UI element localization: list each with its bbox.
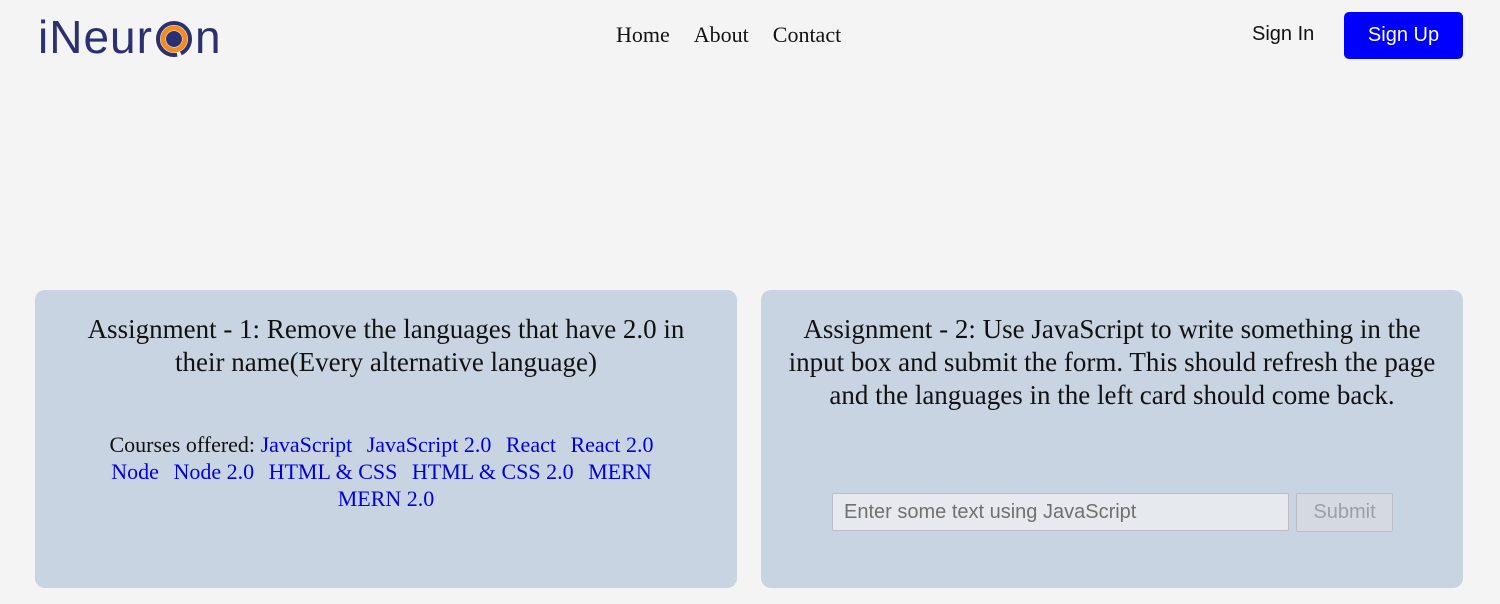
assignment-2-title: Assignment - 2: Use JavaScript to write …: [788, 314, 1436, 410]
sign-in-link[interactable]: Sign In: [1252, 23, 1314, 46]
logo-text-prefix: iNeur: [38, 11, 153, 63]
course-link-mern-2[interactable]: MERN 2.0: [338, 486, 435, 511]
text-input[interactable]: [832, 493, 1289, 531]
text-form: Submit: [832, 493, 1393, 532]
course-link-html-css[interactable]: HTML & CSS: [269, 459, 398, 484]
sign-up-button[interactable]: Sign Up: [1344, 12, 1463, 59]
course-link-html-css-2[interactable]: HTML & CSS 2.0: [412, 459, 574, 484]
assignment-2-card: Assignment - 2: Use JavaScript to write …: [761, 290, 1463, 588]
courses-list: Courses offered: JavaScript JavaScript 2…: [86, 431, 686, 512]
course-link-javascript[interactable]: JavaScript: [261, 432, 353, 457]
nav-contact-link[interactable]: Contact: [773, 22, 841, 48]
assignment-1-title: Assignment - 1: Remove the languages tha…: [87, 314, 685, 377]
main-nav: Home About Contact: [616, 22, 841, 48]
course-link-node[interactable]: Node: [111, 459, 159, 484]
course-link-mern[interactable]: MERN: [588, 459, 652, 484]
logo-text-suffix: n: [194, 11, 222, 63]
course-link-react[interactable]: React: [506, 432, 556, 457]
nav-about-link[interactable]: About: [694, 22, 749, 48]
logo-ring-icon: [154, 19, 194, 59]
course-link-react-2[interactable]: React 2.0: [570, 432, 653, 457]
course-link-node-2[interactable]: Node 2.0: [173, 459, 254, 484]
assignment-1-card: Assignment - 1: Remove the languages tha…: [35, 290, 737, 588]
submit-button[interactable]: Submit: [1296, 493, 1393, 532]
nav-home-link[interactable]: Home: [616, 22, 670, 48]
logo[interactable]: iNeur n: [38, 10, 222, 64]
courses-label: Courses offered:: [109, 432, 256, 457]
course-link-javascript-2[interactable]: JavaScript 2.0: [367, 432, 492, 457]
